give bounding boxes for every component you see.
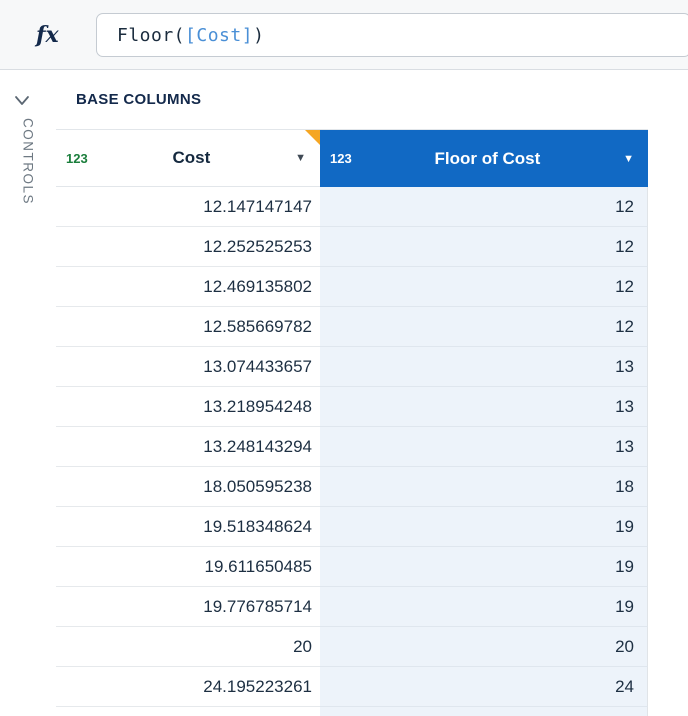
- cost-cell[interactable]: 12.585669782: [56, 307, 320, 347]
- controls-panel-label: CONTROLS: [21, 118, 36, 205]
- column-label-floor-of-cost: Floor of Cost: [352, 149, 623, 169]
- number-type-icon: 123: [66, 151, 88, 166]
- cost-cell[interactable]: 13.248143294: [56, 427, 320, 467]
- table-row: 12.585669782 12: [56, 307, 648, 347]
- formula-bar: fx Floor([Cost]): [0, 0, 688, 70]
- table-body: 12.147147147 12 12.252525253 12 12.46913…: [56, 187, 648, 707]
- floor-cell[interactable]: 13: [320, 427, 648, 467]
- floor-cell[interactable]: 12: [320, 227, 648, 267]
- column-menu-caret-icon[interactable]: ▼: [295, 152, 306, 164]
- floor-cell[interactable]: 13: [320, 387, 648, 427]
- table-row: 12.147147147 12: [56, 187, 648, 227]
- formula-input[interactable]: Floor([Cost]): [96, 13, 688, 57]
- floor-cell[interactable]: 19: [320, 587, 648, 627]
- column-header-floor-of-cost[interactable]: 123 Floor of Cost ▼: [320, 130, 648, 187]
- floor-cell[interactable]: 19: [320, 547, 648, 587]
- table-row: 12.469135802 12: [56, 267, 648, 307]
- cost-cell[interactable]: 12.147147147: [56, 187, 320, 227]
- table-row: 12.252525253 12: [56, 227, 648, 267]
- controls-sidebar: CONTROLS: [0, 70, 56, 715]
- column-menu-caret-icon[interactable]: ▼: [623, 153, 634, 165]
- floor-cell[interactable]: 12: [320, 307, 648, 347]
- cost-cell[interactable]: 19.611650485: [56, 547, 320, 587]
- cost-cell: [56, 707, 320, 716]
- table-row: 24.195223261 24: [56, 667, 648, 707]
- number-type-icon: 123: [330, 151, 352, 166]
- fx-icon: fx: [36, 22, 59, 48]
- table-row: 19.611650485 19: [56, 547, 648, 587]
- main-panel: BASE COLUMNS 123 Cost ▼ 123 Floor of Cos…: [56, 70, 688, 715]
- table-row: 13.218954248 13: [56, 387, 648, 427]
- cost-cell[interactable]: 12.469135802: [56, 267, 320, 307]
- cost-cell[interactable]: 13.218954248: [56, 387, 320, 427]
- cost-cell[interactable]: 19.518348624: [56, 507, 320, 547]
- table-row: 13.074433657 13: [56, 347, 648, 387]
- corner-flag-icon: [305, 130, 320, 145]
- table-row: 20 20: [56, 627, 648, 667]
- floor-cell: [320, 707, 648, 716]
- section-header: BASE COLUMNS: [56, 70, 648, 130]
- floor-cell[interactable]: 19: [320, 507, 648, 547]
- chevron-down-icon[interactable]: [13, 94, 31, 113]
- floor-cell[interactable]: 20: [320, 627, 648, 667]
- floor-cell[interactable]: 12: [320, 267, 648, 307]
- floor-cell[interactable]: 18: [320, 467, 648, 507]
- table-row-partial: [56, 707, 648, 716]
- cost-cell[interactable]: 13.074433657: [56, 347, 320, 387]
- cost-cell[interactable]: 24.195223261: [56, 667, 320, 707]
- table-row: 18.050595238 18: [56, 467, 648, 507]
- base-columns-title: BASE COLUMNS: [76, 91, 201, 108]
- column-label-cost: Cost: [88, 148, 295, 168]
- cost-cell[interactable]: 20: [56, 627, 320, 667]
- floor-cell[interactable]: 24: [320, 667, 648, 707]
- column-header-row: 123 Cost ▼ 123 Floor of Cost ▼: [56, 130, 648, 187]
- table-row: 19.518348624 19: [56, 507, 648, 547]
- cost-cell[interactable]: 18.050595238: [56, 467, 320, 507]
- cost-cell[interactable]: 12.252525253: [56, 227, 320, 267]
- data-grid: 123 Cost ▼ 123 Floor of Cost ▼ 12.147147…: [56, 130, 648, 716]
- table-row: 19.776785714 19: [56, 587, 648, 627]
- table-row: 13.248143294 13: [56, 427, 648, 467]
- floor-cell[interactable]: 13: [320, 347, 648, 387]
- floor-cell[interactable]: 12: [320, 187, 648, 227]
- cost-cell[interactable]: 19.776785714: [56, 587, 320, 627]
- formula-text: Floor([Cost]): [117, 25, 264, 46]
- column-header-cost[interactable]: 123 Cost ▼: [56, 130, 320, 187]
